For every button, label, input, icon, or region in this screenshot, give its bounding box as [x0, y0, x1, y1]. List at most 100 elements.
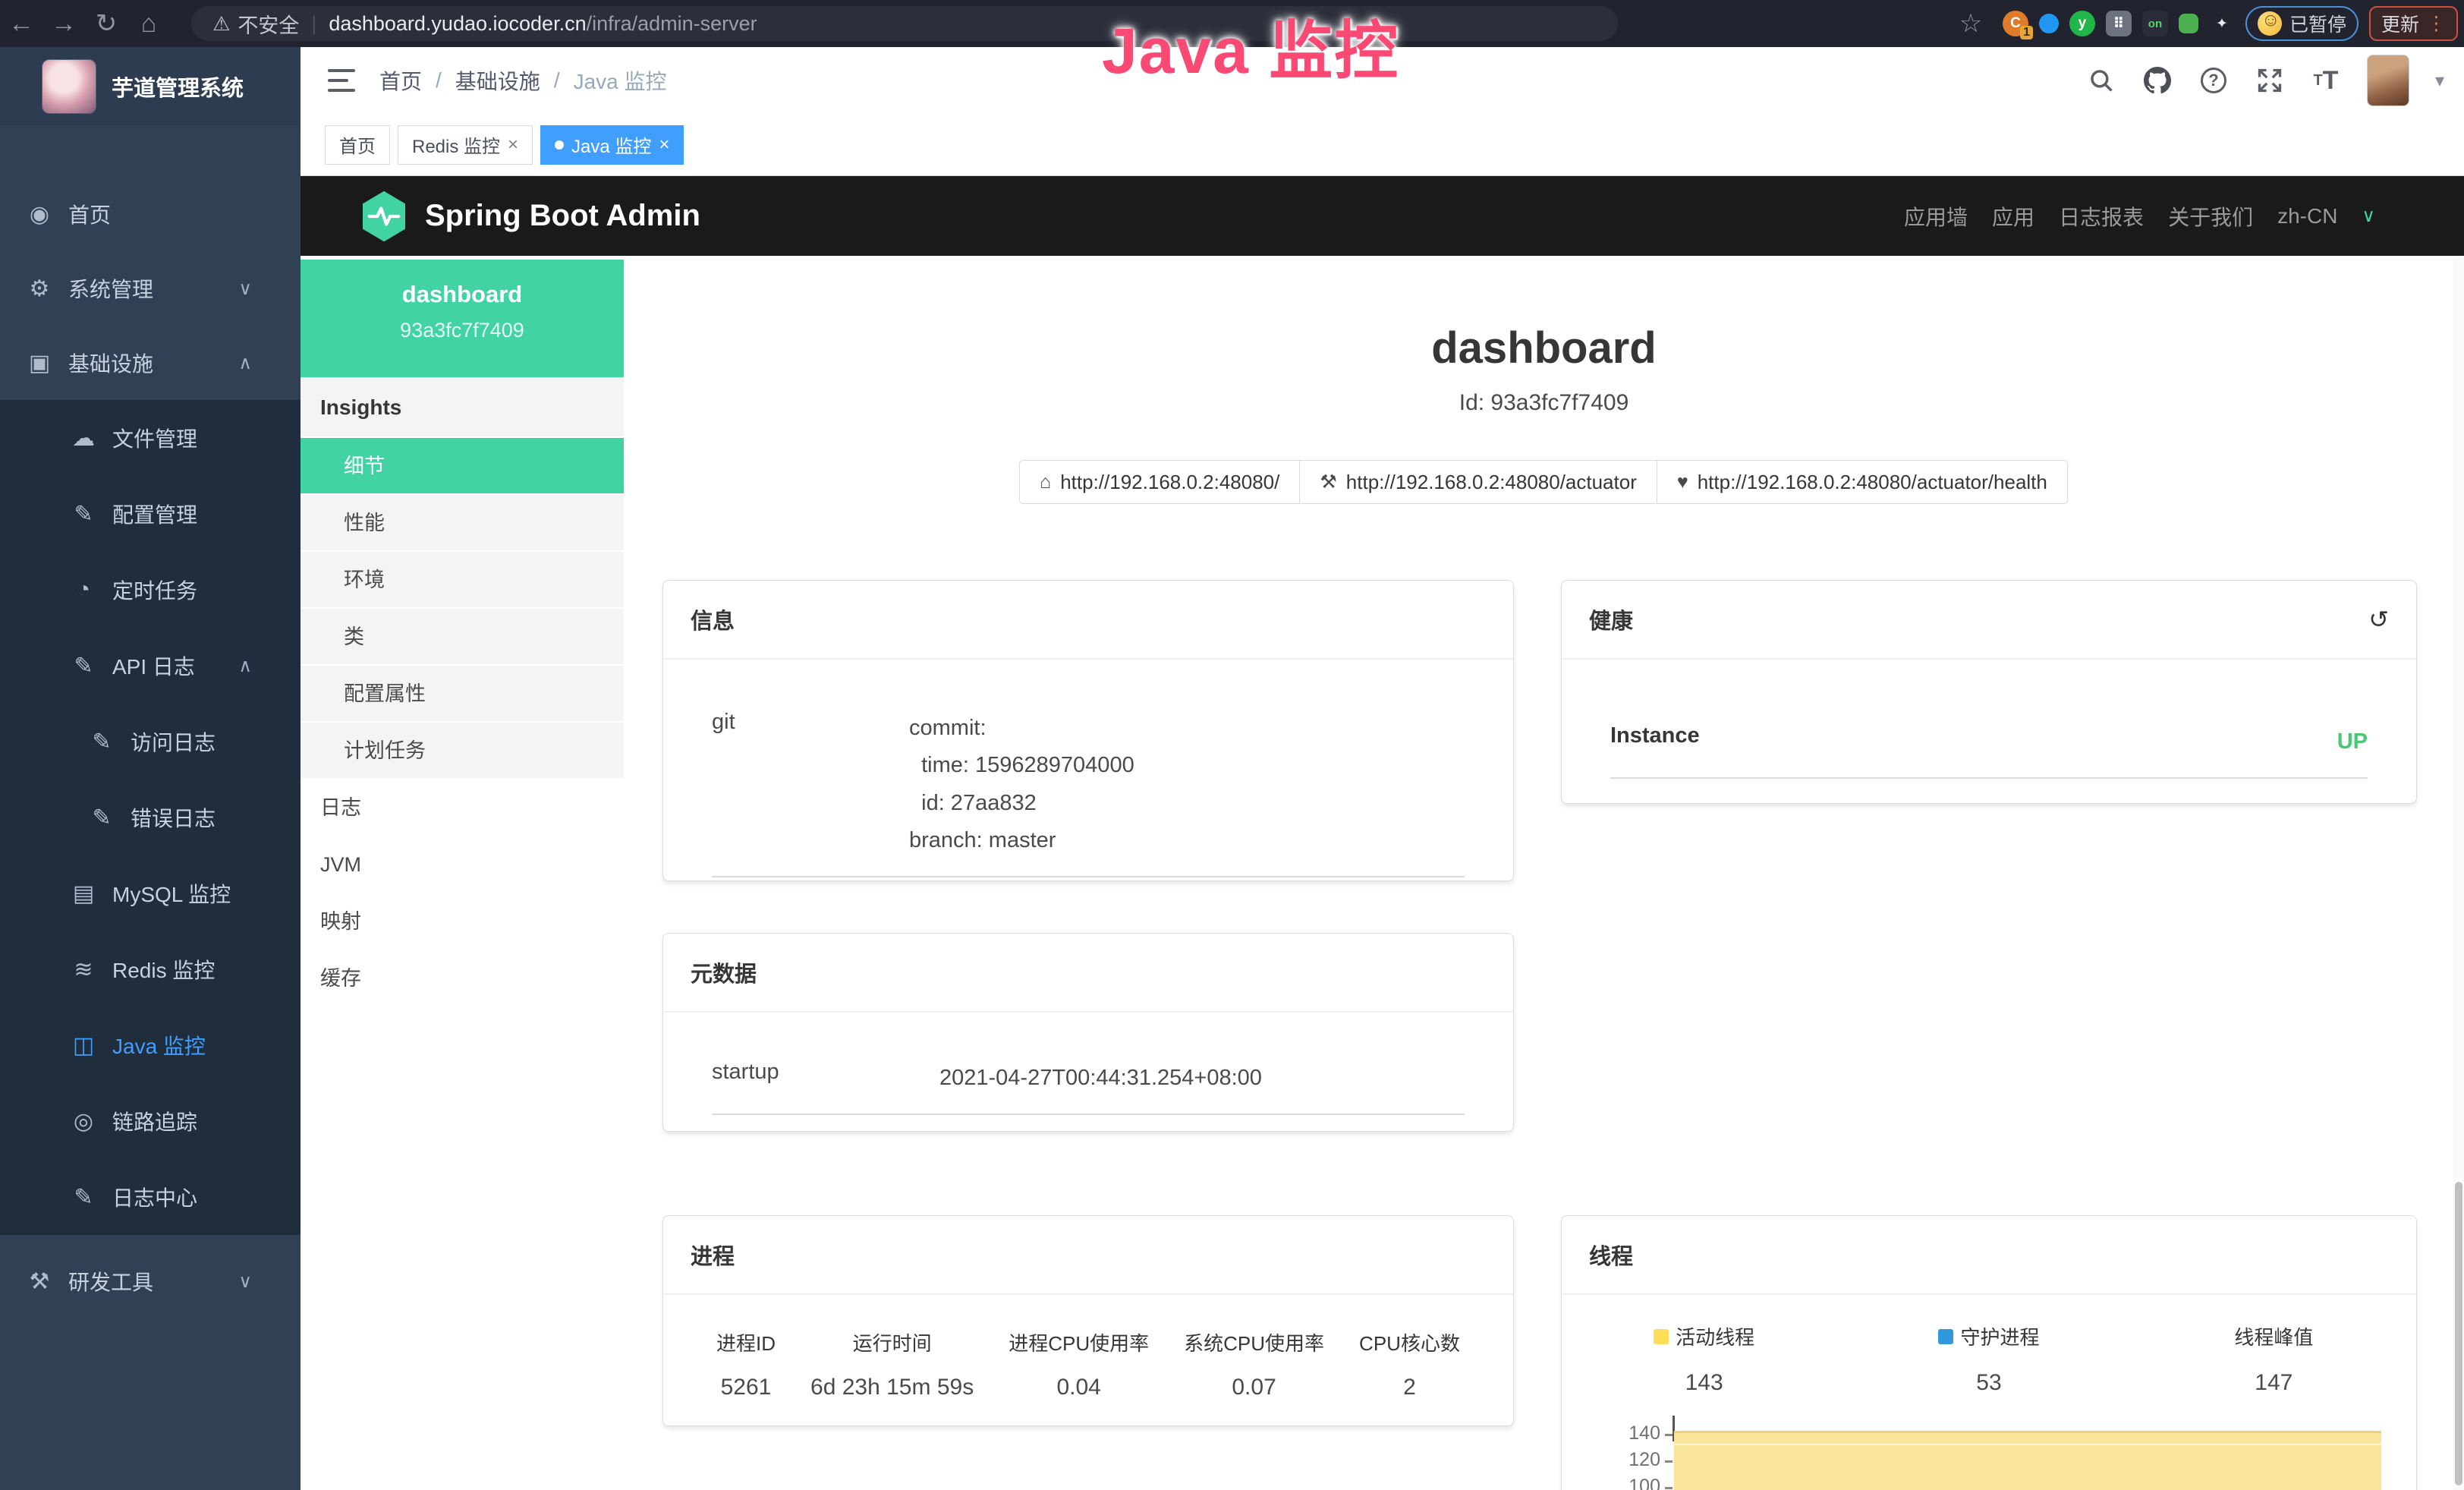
sba-nav-about[interactable]: 关于我们 [2168, 201, 2253, 232]
user-avatar[interactable] [2367, 55, 2409, 106]
tab-home[interactable]: 首页 [325, 125, 390, 165]
address-bar[interactable]: ⚠ 不安全 | dashboard.yudao.iocoder.cn /infr… [191, 6, 1618, 41]
extensions-puzzle-icon[interactable]: ✦ [2209, 11, 2235, 36]
sba-brand[interactable]: Spring Boot Admin [360, 190, 700, 243]
sba-nav-journal[interactable]: 日志报表 [2059, 201, 2144, 232]
sba-nav: 应用墙 应用 日志报表 关于我们 zh-CN ∨ [1904, 201, 2375, 232]
service-url-button[interactable]: ⌂ http://192.168.0.2:48080/ [1019, 460, 1300, 504]
process-cpu: 进程CPU使用率 0.04 [1009, 1328, 1149, 1400]
sba-menu-metrics[interactable]: 性能 [301, 495, 624, 552]
info-git-label: git [712, 710, 909, 859]
avatar-caret-icon[interactable]: ▾ [2435, 70, 2444, 92]
app-logo[interactable]: 芋道管理系统 [0, 47, 301, 125]
metadata-startup-value: 2021-04-27T00:44:31.254+08:00 [939, 1060, 1465, 1097]
browser-reload-icon[interactable]: ↻ [85, 8, 127, 39]
fullscreen-icon[interactable] [2255, 65, 2285, 96]
main-nav: ◉ 首页 ⚙ 系统管理 ∨ ▣ 基础设施 ∧ ☁ 文件管理 ✎ 配置管 [0, 125, 301, 1318]
chrome-update-button[interactable]: 更新⋮ [2369, 6, 2458, 41]
wrench-icon: ⚒ [1320, 471, 1336, 493]
live-threads-swatch [1654, 1329, 1669, 1344]
breadcrumb-home[interactable]: 首页 [379, 65, 422, 96]
sba-nav-applications[interactable]: 应用 [1992, 201, 2034, 232]
profile-paused-badge[interactable]: 已暂停 [2245, 6, 2359, 41]
browser-forward-icon[interactable]: → [42, 9, 85, 39]
sidebar-item-file-management[interactable]: ☁ 文件管理 [0, 400, 301, 476]
search-icon[interactable] [2086, 65, 2116, 96]
close-icon[interactable]: × [508, 134, 518, 156]
screen: ← → ↻ ⌂ ⚠ 不安全 | dashboard.yudao.iocoder.… [0, 0, 2464, 1490]
extension-grid-icon[interactable]: ⠿ [2106, 11, 2132, 36]
peak-threads-stat: 线程峰值 147 [2132, 1322, 2416, 1396]
sba-menu-logs[interactable]: 日志 [301, 780, 624, 836]
browser-back-icon[interactable]: ← [0, 9, 42, 39]
extension-on-icon[interactable]: on [2142, 11, 2168, 36]
close-icon[interactable]: × [659, 134, 669, 156]
sba-nav-language[interactable]: zh-CN [2277, 204, 2337, 228]
extension-pin-icon[interactable] [2039, 14, 2059, 33]
sidebar-item-config-management[interactable]: ✎ 配置管理 [0, 476, 301, 552]
sba-nav-wallboard[interactable]: 应用墙 [1904, 201, 1968, 232]
heartbeat-icon: ♥ [1677, 471, 1688, 493]
sba-menu-classes[interactable]: 类 [301, 609, 624, 666]
process-stats: 进程ID 5261 运行时间 6d 23h 15m 59s 进程CPU使用率 0… [663, 1295, 1513, 1400]
sidebar-item-infrastructure[interactable]: ▣ 基础设施 ∧ [0, 326, 301, 400]
sidebar-item-tracing[interactable]: ◎ 链路追踪 [0, 1083, 301, 1159]
health-instance-row[interactable]: Instance UP [1610, 723, 2368, 779]
sidebar-item-dev-tools[interactable]: ⚒ 研发工具 ∨ [0, 1244, 301, 1318]
java-monitor-icon: ◫ [67, 1032, 100, 1059]
layers-icon: ≋ [67, 956, 100, 983]
sba-instance-name: dashboard [301, 281, 624, 308]
sidebar-item-redis-monitor[interactable]: ≋ Redis 监控 [0, 931, 301, 1007]
page-scrollbar[interactable] [2453, 256, 2464, 1490]
sidebar-item-home[interactable]: ◉ 首页 [0, 177, 301, 251]
sidebar-item-access-logs[interactable]: ✎ 访问日志 [0, 704, 301, 780]
sba-menu-scheduled-tasks[interactable]: 计划任务 [301, 723, 624, 780]
sba-menu-jvm[interactable]: JVM [301, 836, 624, 893]
github-icon[interactable] [2142, 65, 2173, 96]
tab-redis-monitor[interactable]: Redis 监控× [398, 125, 533, 165]
sba-menu-caches[interactable]: 缓存 [301, 950, 624, 1007]
actuator-url-button[interactable]: ⚒ http://192.168.0.2:48080/actuator [1299, 460, 1657, 504]
health-url-button[interactable]: ♥ http://192.168.0.2:48080/actuator/heal… [1657, 460, 2068, 504]
sidebar-item-error-logs[interactable]: ✎ 错误日志 [0, 780, 301, 855]
address-divider: | [311, 12, 316, 36]
page-scrollbar-thumb[interactable] [2455, 1182, 2462, 1485]
font-size-icon[interactable]: TT [2311, 65, 2341, 96]
health-card: 健康 ↺ Instance UP [1561, 580, 2417, 804]
sba-instance-panel[interactable]: dashboard 93a3fc7f7409 [301, 260, 624, 377]
home-icon: ⌂ [1040, 471, 1051, 493]
annotation-java-monitor: Java 监控 [1102, 0, 1399, 92]
process-card: 进程 进程ID 5261 运行时间 6d 23h 15m 59s [662, 1215, 1514, 1426]
extension-colab-icon[interactable]: C1 [2003, 11, 2028, 36]
sba-menu-details[interactable]: 细节 [301, 438, 624, 495]
extension-leaf-icon[interactable] [2179, 14, 2198, 33]
extension-y-icon[interactable]: y [2069, 11, 2095, 36]
log-note-icon: ✎ [67, 653, 100, 679]
browser-actions: ☆ C1 y ⠿ on ✦ 已暂停 更新⋮ [1949, 6, 2458, 41]
log-note-icon: ✎ [85, 729, 118, 755]
sidebar-item-java-monitor[interactable]: ◫ Java 监控 [0, 1007, 301, 1083]
edit-icon: ✎ [67, 501, 100, 528]
home-dashboard-icon: ◉ [23, 201, 56, 228]
breadcrumb-infrastructure[interactable]: 基础设施 [455, 65, 540, 96]
threads-chart-y-axis: 140 120 100 [1562, 1414, 1673, 1490]
hamburger-icon[interactable] [328, 69, 355, 92]
sba-menu-config-props[interactable]: 配置属性 [301, 666, 624, 723]
help-icon[interactable]: ? [2198, 65, 2229, 96]
sidebar-item-mysql-monitor[interactable]: ▤ MySQL 监控 [0, 855, 301, 931]
sidebar-item-log-center[interactable]: ✎ 日志中心 [0, 1159, 301, 1235]
sidebar-item-scheduled-jobs[interactable]: ◔ 定时任务 [0, 552, 301, 628]
language-caret-icon[interactable]: ∨ [2362, 205, 2375, 227]
health-history-icon[interactable]: ↺ [2368, 605, 2389, 634]
main-sidebar: 芋道管理系统 ◉ 首页 ⚙ 系统管理 ∨ ▣ 基础设施 ∧ ☁ 文件管理 [0, 47, 301, 1490]
browser-home-icon[interactable]: ⌂ [127, 9, 170, 39]
app-logo-image [42, 59, 96, 114]
tab-java-monitor[interactable]: Java 监控× [540, 125, 684, 165]
sidebar-item-api-logs[interactable]: ✎ API 日志 ∧ [0, 628, 301, 704]
sba-menu-environment[interactable]: 环境 [301, 552, 624, 609]
sba-menu-mappings[interactable]: 映射 [301, 893, 624, 950]
live-threads-stat: 活动线程 143 [1562, 1322, 1846, 1396]
instance-links: ⌂ http://192.168.0.2:48080/ ⚒ http://192… [624, 460, 2464, 504]
sidebar-item-system-management[interactable]: ⚙ 系统管理 ∨ [0, 251, 301, 326]
bookmark-star-icon[interactable]: ☆ [1949, 8, 1992, 39]
